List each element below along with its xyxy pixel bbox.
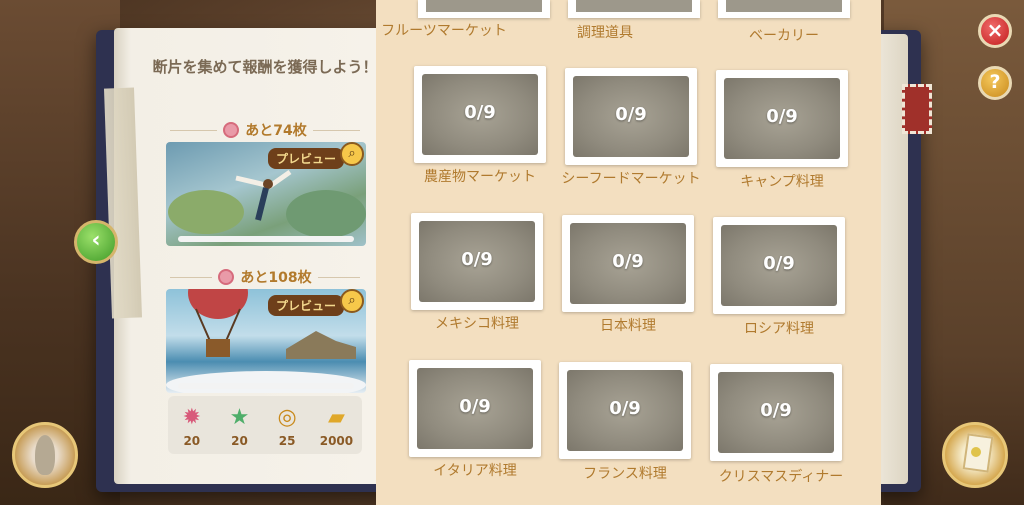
album-label: シーフードマーケット — [561, 171, 701, 187]
reward-item: ★ 20 — [224, 402, 254, 449]
album-tile[interactable]: 0/9 — [562, 215, 694, 312]
page-decoration-icon — [971, 447, 981, 457]
reward-value: 2000 — [319, 434, 354, 448]
album-tile[interactable]: 0/9 — [710, 364, 842, 461]
green-star-icon: ★ — [229, 404, 250, 430]
fragment-count: 0/9 — [461, 249, 493, 270]
fragment-count: 0/9 — [763, 253, 795, 274]
pink-badge-icon: ✹ — [182, 404, 202, 430]
fragment-count: 0/9 — [612, 251, 644, 272]
album-label: ロシア料理 — [744, 321, 814, 337]
album-tile[interactable]: 0/9 — [713, 217, 845, 314]
album-label: フランス料理 — [583, 466, 667, 482]
album-label: フルーツマーケット — [381, 23, 507, 39]
album-pages-button[interactable] — [942, 422, 1008, 488]
album-tile-partial[interactable] — [568, 0, 700, 18]
album-tile-partial[interactable] — [718, 0, 850, 18]
fragment-count: 0/9 — [459, 396, 491, 417]
album-label: イタリア料理 — [433, 463, 517, 479]
album-label: キャンプ料理 — [740, 174, 824, 190]
magnifier-icon[interactable]: ⌕ — [340, 289, 364, 313]
album-tile[interactable]: 0/9 — [411, 213, 543, 310]
reward-remaining-2: あと108枚 — [170, 267, 361, 287]
album-label: 農産物マーケット — [424, 169, 536, 185]
fragment-count: 0/9 — [760, 400, 792, 421]
reward-item: ◎ 25 — [272, 402, 302, 449]
reward-item: ▰ 2000 — [319, 402, 354, 449]
fragment-count: 0/9 — [615, 104, 647, 125]
reward-preview-card[interactable]: プレビュー ⌕ — [166, 289, 366, 393]
help-button[interactable]: ? — [978, 66, 1012, 100]
album-tile[interactable]: 0/9 — [409, 360, 541, 457]
album-label: メキシコ料理 — [435, 316, 519, 332]
reward-remaining-1: あと74枚 — [170, 120, 361, 140]
fragment-count: 0/9 — [464, 102, 496, 123]
album-tile[interactable]: 0/9 — [565, 68, 697, 165]
reward-items: ✹ 20 ★ 20 ◎ 25 ▰ 2000 — [168, 396, 362, 454]
fragment-count: 0/9 — [609, 398, 641, 419]
remaining-count: あと74枚 — [245, 123, 307, 139]
gold-bars-icon: ▰ — [327, 404, 345, 430]
fragment-icon — [218, 269, 235, 285]
album-tile[interactable]: 0/9 — [716, 70, 848, 167]
album-tile-partial[interactable] — [418, 0, 550, 18]
right-page: フルーツマーケット 調理道具 ベーカリー 0/9 農産物マーケット 0/9 シー… — [376, 0, 881, 505]
compass-icon: ◎ — [277, 404, 297, 430]
album-tile[interactable]: 0/9 — [414, 66, 546, 163]
back-button[interactable]: ‹ — [74, 220, 118, 264]
album-label: 日本料理 — [600, 318, 656, 334]
close-button[interactable]: × — [978, 14, 1012, 48]
preview-button[interactable]: プレビュー — [267, 295, 344, 316]
intro-text: 断片を集めて報酬を獲得しよう！ — [152, 58, 378, 76]
reward-progress-bar — [178, 236, 354, 242]
reward-preview-card[interactable]: プレビュー ⌕ — [166, 142, 366, 246]
album-label: クリスマスディナー — [718, 469, 844, 485]
rewards-panel: 断片を集めて報酬を獲得しよう！ — [150, 56, 380, 78]
fragment-count: 0/9 — [766, 106, 798, 127]
magnifier-icon[interactable]: ⌕ — [340, 142, 364, 166]
reward-progress-bar — [178, 383, 354, 389]
reward-value: 20 — [183, 434, 201, 448]
reward-item: ✹ 20 — [177, 402, 207, 449]
album-label: ベーカリー — [749, 28, 819, 44]
reward-value: 25 — [278, 434, 296, 448]
portrait-button[interactable] — [12, 422, 78, 488]
reward-value: 20 — [231, 434, 248, 448]
stamp-decoration — [902, 84, 932, 134]
remaining-count: あと108枚 — [240, 270, 312, 286]
fragment-icon — [223, 122, 240, 138]
album-tile[interactable]: 0/9 — [559, 362, 691, 459]
preview-button[interactable]: プレビュー — [267, 148, 344, 169]
album-label: 調理道具 — [577, 25, 633, 41]
